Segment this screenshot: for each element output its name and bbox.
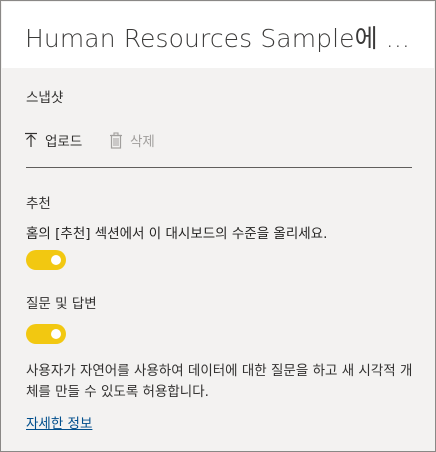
featured-description: 홈의 [추천] 섹션에서 이 대시보드의 수준을 올리세요. <box>26 226 328 242</box>
upload-button-label: 업로드 <box>45 134 83 150</box>
toggle-knob <box>51 255 61 265</box>
toggle-knob <box>51 329 61 339</box>
upload-arrow-icon <box>25 132 37 147</box>
upload-button[interactable]: 업로드 <box>24 129 82 151</box>
pane-header: Human Resources Sample에 ... <box>2 2 434 68</box>
learn-more-link[interactable]: 자세한 정보 <box>26 412 92 432</box>
section-divider <box>26 167 412 168</box>
trash-icon <box>110 131 122 149</box>
qa-toggle[interactable] <box>26 324 66 344</box>
snapshot-section-label: 스냅샷 <box>26 90 64 106</box>
pane-title: Human Resources Sample에 ... <box>25 24 410 53</box>
dashboard-settings-pane: Human Resources Sample에 ... 스냅샷 업로드 삭제 추… <box>0 0 436 452</box>
delete-button[interactable]: 삭제 <box>109 129 155 151</box>
qa-description: 사용자가 자연어를 사용하여 데이터에 대한 질문을 하고 새 시각적 개체를 … <box>26 363 413 400</box>
featured-section-label: 추천 <box>26 196 51 212</box>
featured-toggle[interactable] <box>26 250 66 270</box>
qa-section-label: 질문 및 답변 <box>26 296 97 312</box>
delete-button-label: 삭제 <box>130 134 155 150</box>
